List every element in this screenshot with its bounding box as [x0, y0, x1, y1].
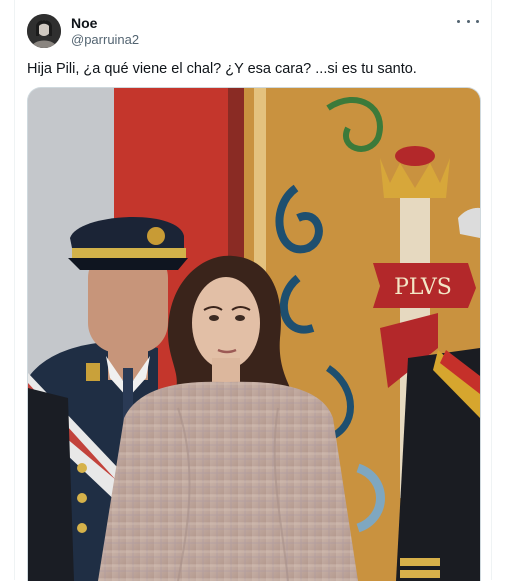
photo-scene: PLVS [28, 88, 480, 581]
user-handle[interactable]: @parruina2 [71, 32, 139, 47]
display-name[interactable]: Noe [71, 15, 97, 31]
tweet-image[interactable]: PLVS [27, 87, 481, 581]
user-avatar-icon [27, 14, 61, 48]
tweet-text: Hija Pili, ¿a qué viene el chal? ¿Y esa … [27, 61, 417, 77]
dot [466, 19, 470, 23]
dot [457, 19, 460, 23]
dot [476, 19, 479, 23]
avatar[interactable] [27, 14, 61, 48]
more-options-icon[interactable] [457, 12, 479, 30]
banner-text: PLVS [394, 275, 452, 300]
tweet-card: Noe @parruina2 Hija Pili, ¿a qué viene e… [14, 0, 492, 581]
